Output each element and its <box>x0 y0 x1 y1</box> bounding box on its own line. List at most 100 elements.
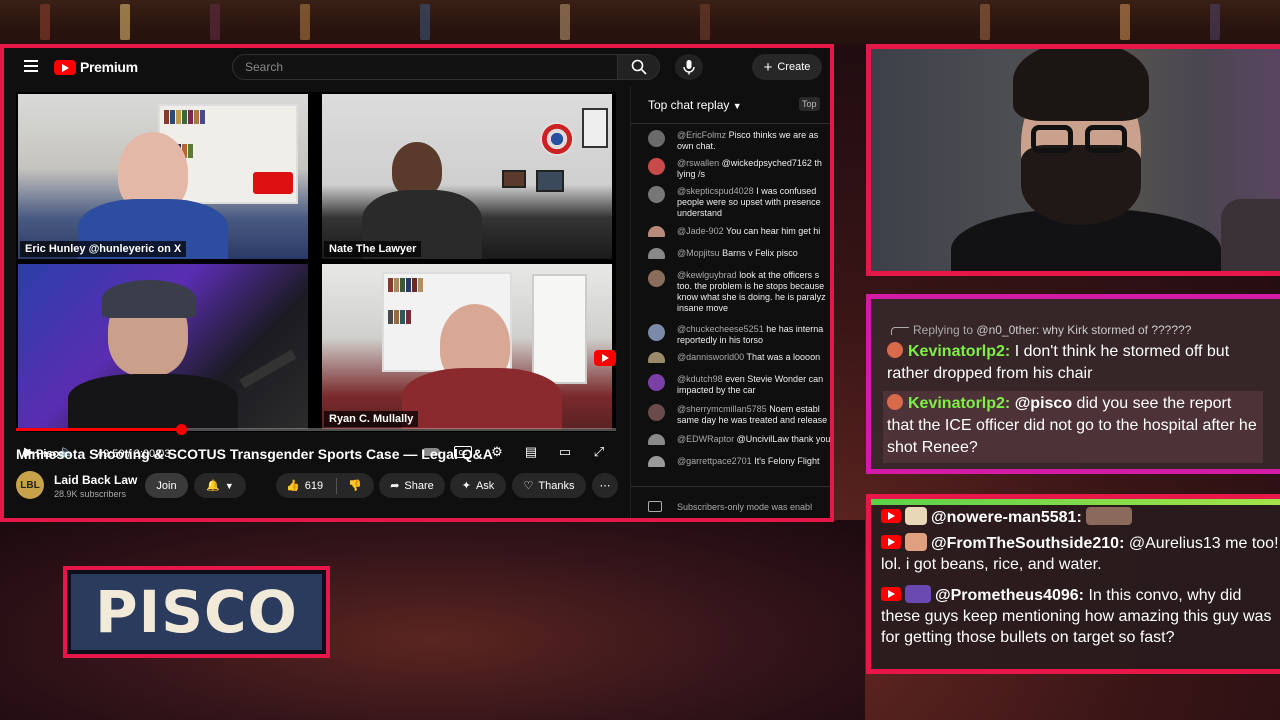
tile-caption: Ryan C. Mullally <box>324 411 419 427</box>
thanks-icon: ♡ <box>523 480 534 492</box>
member-badge-icon <box>905 533 927 551</box>
chat-replay-message: @Jade-902 You can hear him get hi <box>631 226 830 237</box>
chevron-down-icon: ▼ <box>732 101 742 111</box>
subscriber-count: 28.9K subscribers <box>54 489 127 499</box>
search-button[interactable] <box>617 55 659 79</box>
reply-prefix: Replying to <box>913 323 974 337</box>
chat-replay-message: @sherrymcmillan5785 Noem establ same day… <box>631 404 830 426</box>
like-button[interactable]: 👍 619 <box>286 479 323 493</box>
chat-replay-message: @garrettpace2701 It's Felony Flight <box>631 456 830 467</box>
chat-replay-text: @EDWRaptor @UncivilLaw thank you <box>677 434 830 445</box>
shield-decor <box>540 122 574 156</box>
chevron-down-icon: ▼ <box>224 480 234 491</box>
chat-message: Kevinatorlp2: I don't think he stormed o… <box>887 341 1267 385</box>
voice-search-button[interactable] <box>675 54 703 80</box>
channel-avatar[interactable]: LBL <box>16 471 44 499</box>
chat-replay-text: @kewlguybrad look at the officers s too.… <box>677 270 830 314</box>
ask-button[interactable]: ✦ Ask <box>450 473 506 498</box>
chat-mode-dropdown[interactable]: Top chat replay ▼ <box>648 98 742 112</box>
avatar[interactable] <box>648 352 665 363</box>
chat-author[interactable]: @sherrymcmillan5785 <box>677 404 767 414</box>
chat-username: Kevinatorlp2: <box>908 343 1011 360</box>
avatar[interactable] <box>648 130 665 147</box>
avatar[interactable] <box>648 404 665 421</box>
dislike-button[interactable]: 👎 <box>348 479 362 492</box>
progress-handle[interactable] <box>176 424 187 435</box>
chat-body: It's Felony Flight <box>754 456 820 466</box>
avatar[interactable] <box>648 374 665 391</box>
video-title: Minnesota Shooting & SCOTUS Transgender … <box>16 446 493 462</box>
chat-author[interactable]: @Mopjitsu <box>677 248 720 258</box>
youtube-icon <box>881 509 901 523</box>
chat-author[interactable]: @skepticspud4028 <box>677 186 754 196</box>
chat-replay-text: @EricFolmz Pisco thinks we are as own ch… <box>677 130 830 152</box>
chat-replay-text: @Mopjitsu Barns v Felix pisco <box>677 248 830 259</box>
create-button[interactable]: + Create <box>752 54 822 80</box>
chat-author[interactable]: @chuckecheese5251 <box>677 324 764 334</box>
chat-replay-text: @skepticspud4028 I was confused people w… <box>677 186 830 219</box>
chat-author[interactable]: @kewlguybrad <box>677 270 737 280</box>
member-badge-icon <box>905 507 927 525</box>
chat-replay-message: @skepticspud4028 I was confused people w… <box>631 186 830 219</box>
reply-context: Replying to @n0_0ther: why Kirk stormed … <box>891 323 1191 337</box>
fullscreen-icon[interactable]: ⤢ <box>590 444 608 460</box>
brand-label: Premium <box>80 59 138 75</box>
join-button[interactable]: Join <box>145 473 188 498</box>
avatar[interactable] <box>648 226 665 237</box>
progress-bar[interactable] <box>16 424 616 435</box>
chat-body: That was a loooon <box>746 352 821 362</box>
video-tile: Nate The Lawyer <box>322 94 612 259</box>
video-player[interactable]: Eric Hunley @hunleyeric on X Nate The La… <box>16 92 616 460</box>
chat-message: Kevinatorlp2: @pisco did you see the rep… <box>883 391 1263 463</box>
youtube-icon <box>881 587 901 601</box>
share-label: Share <box>404 479 434 492</box>
reply-target: @n0_0ther: <box>976 323 1040 337</box>
user-badge-icon <box>887 342 903 358</box>
crown-badge-icon <box>905 585 931 603</box>
channel-name[interactable]: Laid Back Law <box>54 473 137 487</box>
notification-bell-button[interactable]: 🔔 ▼ <box>194 473 246 498</box>
thumbs-up-icon: 👍 <box>286 480 300 492</box>
chat-footer: Subscribers-only mode was enabl <box>631 486 830 518</box>
menu-icon[interactable] <box>24 60 38 72</box>
chat-author[interactable]: @kdutch98 <box>677 374 723 384</box>
chat-author[interactable]: @Jade-902 <box>677 226 724 236</box>
chat-replay-message: @Mopjitsu Barns v Felix pisco <box>631 248 830 259</box>
top-badge[interactable]: Top <box>799 97 820 111</box>
avatar[interactable] <box>648 456 665 467</box>
chat-author[interactable]: @EricFolmz <box>677 130 726 140</box>
cast-icon[interactable]: ▭ <box>556 444 574 460</box>
chat-header: Top chat replay ▼ Top <box>631 86 830 124</box>
background-shelf <box>0 0 1280 45</box>
video-tile: Eric Hunley @hunleyeric on X <box>18 94 308 259</box>
avatar[interactable] <box>648 270 665 287</box>
avatar[interactable] <box>648 434 665 445</box>
name-plate-text: PISCO <box>95 578 298 646</box>
thumbs-down-icon: 👎 <box>348 480 362 492</box>
avatar[interactable] <box>648 324 665 341</box>
chat-username: @Prometheus4096: <box>935 587 1084 604</box>
share-button[interactable]: ➦ Share <box>379 473 445 498</box>
video-tile <box>18 264 308 429</box>
thanks-button[interactable]: ♡ Thanks <box>512 473 586 498</box>
progress-fill <box>16 428 181 431</box>
chat-author[interactable]: @EDWRaptor <box>677 434 734 444</box>
chat-overlay-replies: Replying to @n0_0ther: why Kirk stormed … <box>866 294 1280 474</box>
chat-body: You can hear him get hi <box>726 226 821 236</box>
miniplayer-icon[interactable]: ▤ <box>522 444 540 460</box>
chat-author[interactable]: @garrettpace2701 <box>677 456 752 466</box>
chat-replay-message: @rswallen @wickedpsyched7162 th lying /s <box>631 158 830 180</box>
avatar[interactable] <box>648 248 665 259</box>
name-plate-inner: PISCO <box>71 574 322 650</box>
accent-line <box>871 499 1280 505</box>
chat-username: Kevinatorlp2: <box>908 395 1011 412</box>
youtube-logo[interactable]: Premium <box>54 58 138 76</box>
search-input[interactable] <box>233 55 617 79</box>
avatar[interactable] <box>648 186 665 203</box>
chat-replay-text: @garrettpace2701 It's Felony Flight <box>677 456 830 467</box>
chat-author[interactable]: @dannisworld00 <box>677 352 744 362</box>
chat-author[interactable]: @rswallen <box>677 158 719 168</box>
emote-icon <box>1086 507 1133 525</box>
avatar[interactable] <box>648 158 665 175</box>
more-actions-button[interactable]: ⋯ <box>592 473 618 498</box>
